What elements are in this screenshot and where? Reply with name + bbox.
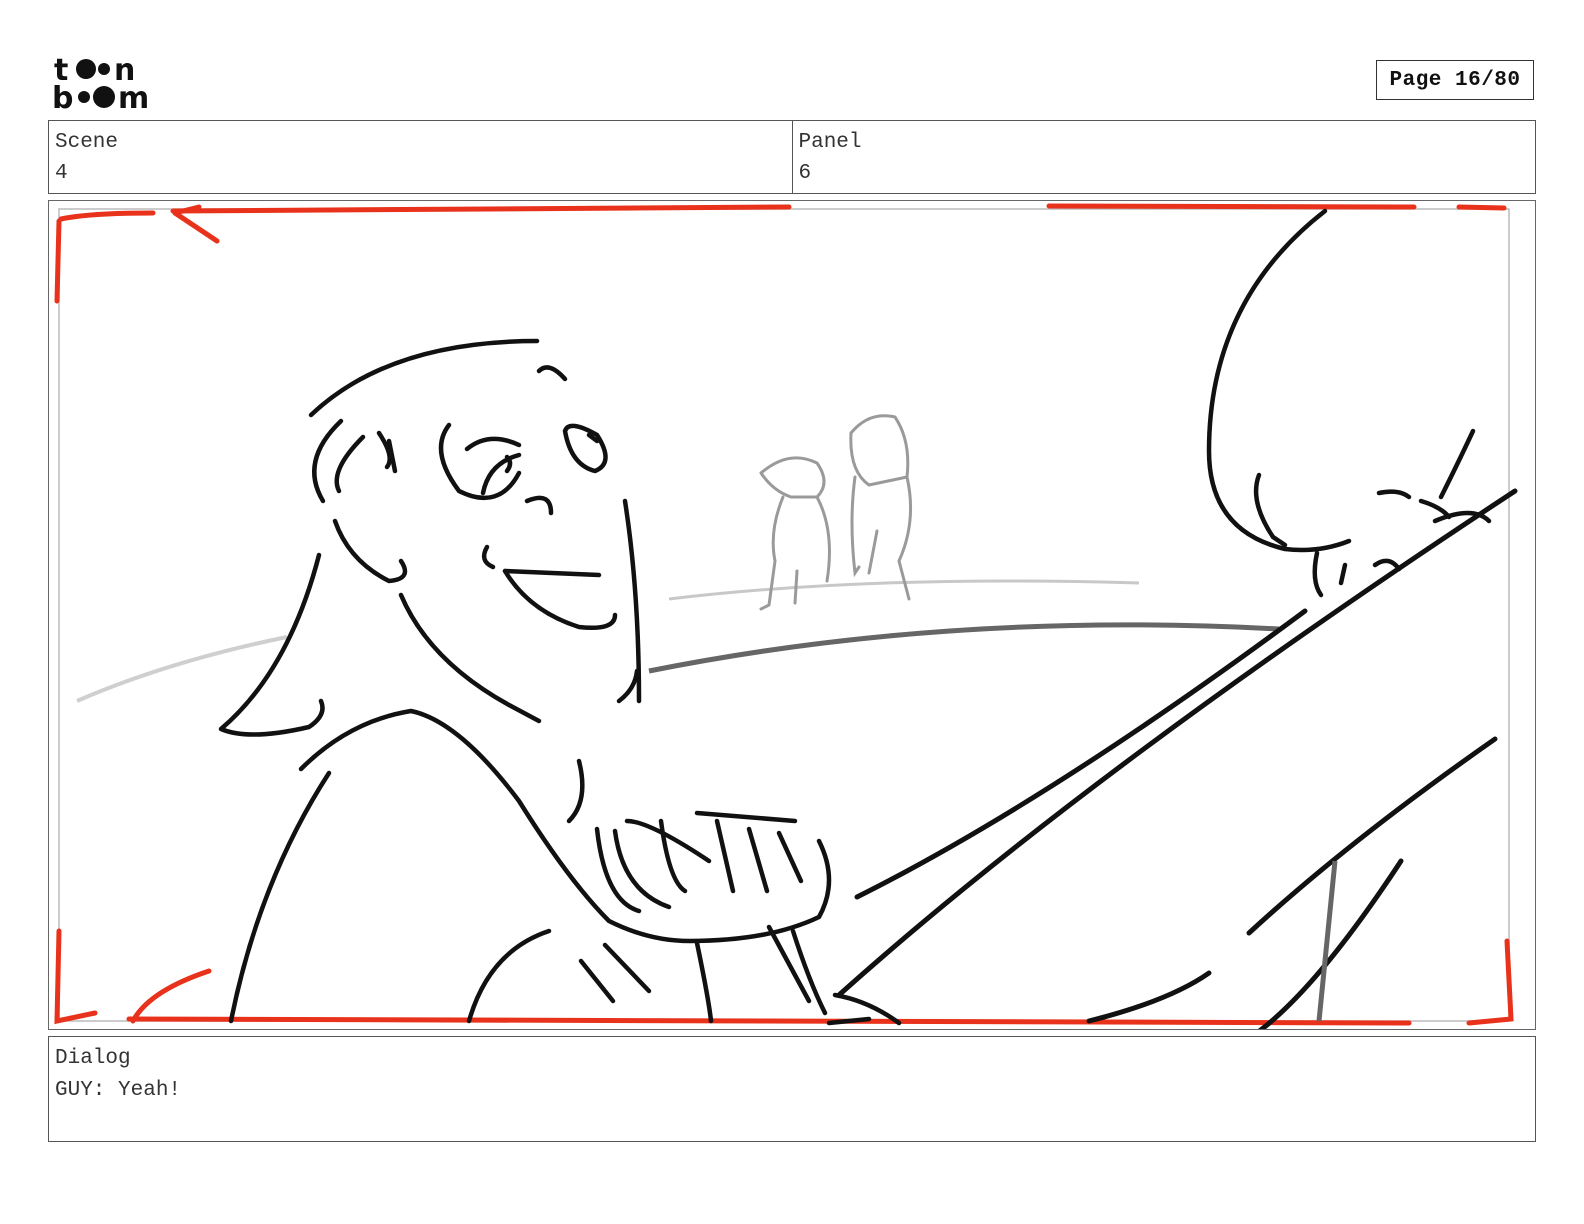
dialog-box: Dialog GUY: Yeah! — [48, 1036, 1536, 1142]
panel-cell: Panel 6 — [791, 121, 1536, 193]
storyboard-sketch — [54, 203, 1518, 1029]
svg-text:b: b — [52, 81, 73, 112]
frame-guide-marks — [54, 203, 1514, 1026]
panel-label: Panel — [798, 131, 862, 154]
main-character-sketch — [218, 338, 902, 1026]
svg-text:m: m — [118, 81, 149, 112]
dialog-label: Dialog — [55, 1047, 131, 1070]
scene-label: Scene — [55, 131, 119, 154]
scene-cell: Scene 4 — [49, 121, 792, 193]
dialog-text: GUY: Yeah! — [55, 1079, 182, 1102]
car-rim-sketch — [836, 488, 1518, 1029]
panel-value: 6 — [798, 162, 812, 185]
storyboard-panel — [48, 200, 1536, 1030]
toon-boom-logo: t n b m — [52, 50, 164, 116]
scene-panel-header: Scene 4 Panel 6 — [48, 120, 1536, 194]
background-figures — [759, 414, 913, 611]
scene-value: 4 — [55, 162, 68, 185]
page-number: Page 16/80 — [1376, 60, 1534, 100]
